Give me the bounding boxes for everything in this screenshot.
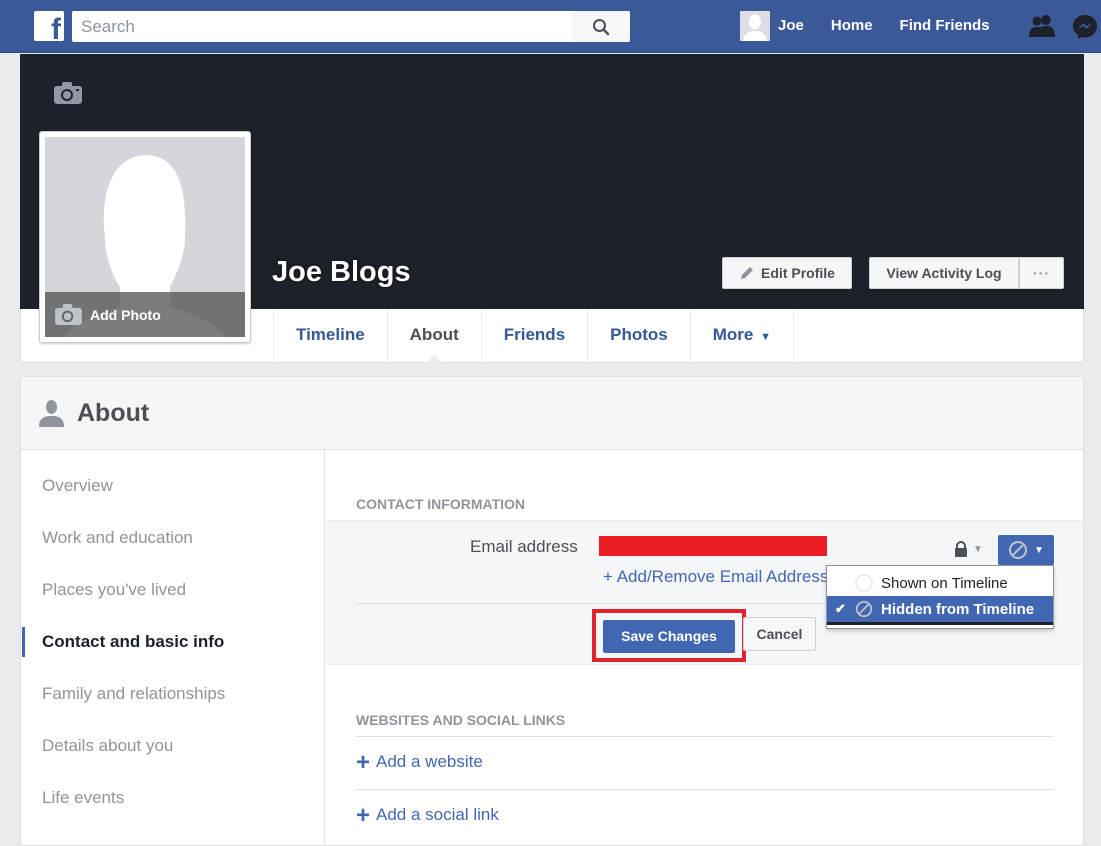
contact-info-heading: CONTACT INFORMATION [356, 496, 526, 512]
plus-icon: + [356, 801, 371, 829]
nav-find-friends[interactable]: Find Friends [887, 11, 1003, 41]
tab-more[interactable]: More ▼ [689, 309, 795, 362]
highlight-annotation: Save Changes [592, 609, 746, 662]
menu-item-label: Shown on Timeline [881, 574, 1008, 592]
email-value-redacted [599, 536, 827, 556]
facebook-logo-glyph: f [51, 13, 61, 41]
tab-photos[interactable]: Photos [587, 309, 690, 362]
profile-picture[interactable]: Add Photo [39, 131, 251, 343]
circle-icon [855, 574, 873, 592]
pencil-icon [741, 267, 754, 279]
about-content: CONTACT INFORMATION Email address + Add/… [326, 450, 1083, 845]
plus-icon: + [356, 748, 371, 776]
sidebar-item-work-education[interactable]: Work and education [42, 528, 193, 548]
hidden-icon [1009, 541, 1028, 559]
sidebar-item-contact-basic-info[interactable]: Contact and basic info [42, 632, 224, 652]
profile-name[interactable]: Joe Blogs [272, 256, 411, 289]
websites-heading: WEBSITES AND SOCIAL LINKS [356, 712, 566, 728]
search-icon [593, 18, 610, 35]
camera-icon [54, 82, 82, 104]
lock-icon [955, 541, 967, 557]
add-photo-label: Add Photo [90, 306, 161, 323]
tab-more-label: More [712, 325, 754, 344]
activity-log-label: View Activity Log [886, 265, 1002, 281]
more-options-button[interactable]: ··· [1019, 257, 1064, 289]
caret-down-icon: ▼ [973, 543, 983, 555]
top-navigation-bar: f Joe Home Find Friends [0, 0, 1101, 53]
email-label: Email address [470, 537, 578, 556]
menu-divider [827, 622, 1053, 625]
user-avatar[interactable] [740, 11, 770, 41]
add-remove-email-link[interactable]: + Add/Remove Email Address [603, 567, 828, 587]
about-title: About [77, 398, 150, 427]
view-activity-log-button[interactable]: View Activity Log [869, 257, 1019, 289]
about-header: About [21, 377, 1083, 450]
search-bar [72, 11, 630, 42]
cancel-button[interactable]: Cancel [743, 617, 816, 651]
hidden-icon [855, 600, 873, 618]
add-photo-button[interactable]: Add Photo [45, 292, 245, 337]
menu-item-shown-on-timeline[interactable]: Shown on Timeline [827, 570, 1053, 596]
tab-about[interactable]: About [386, 309, 481, 363]
nav-home[interactable]: Home [818, 11, 887, 41]
edit-profile-label: Edit Profile [761, 265, 835, 281]
divider [356, 736, 1053, 737]
nav-right: Joe Home Find Friends [740, 11, 1003, 41]
add-website-link[interactable]: + Add a website [356, 748, 483, 776]
messenger-icon[interactable] [1071, 13, 1099, 41]
about-sidebar: Overview Work and education Places you'v… [21, 450, 325, 845]
tab-timeline[interactable]: Timeline [273, 309, 387, 362]
divider [356, 789, 1053, 790]
camera-icon [55, 304, 82, 325]
save-changes-button[interactable]: Save Changes [603, 620, 735, 653]
sidebar-item-life-events[interactable]: Life events [42, 788, 124, 808]
active-indicator [22, 627, 25, 657]
add-social-label: Add a social link [376, 805, 499, 824]
default-avatar-icon [743, 14, 767, 41]
email-edit-form: Email address + Add/Remove Email Address… [326, 520, 1083, 665]
search-input[interactable] [72, 11, 572, 42]
update-cover-button[interactable] [54, 82, 82, 109]
sidebar-item-places-lived[interactable]: Places you've lived [42, 580, 186, 600]
menu-item-label: Hidden from Timeline [881, 600, 1035, 618]
menu-item-hidden-from-timeline[interactable]: ✔ Hidden from Timeline [827, 596, 1053, 622]
add-website-label: Add a website [376, 752, 483, 771]
audience-selector[interactable]: ▼ [954, 541, 983, 557]
timeline-visibility-menu: Shown on Timeline ✔ Hidden from Timeline [826, 565, 1054, 629]
add-social-link[interactable]: + Add a social link [356, 801, 499, 829]
caret-down-icon: ▼ [760, 331, 772, 343]
timeline-visibility-button[interactable]: ▼ [998, 535, 1054, 565]
edit-profile-button[interactable]: Edit Profile [722, 257, 852, 289]
sidebar-item-overview[interactable]: Overview [42, 476, 113, 496]
caret-down-icon: ▼ [1034, 544, 1044, 556]
nav-user-name[interactable]: Joe [770, 11, 818, 41]
sidebar-item-details-about-you[interactable]: Details about you [42, 736, 173, 756]
search-button[interactable] [572, 11, 630, 42]
sidebar-item-family-relationships[interactable]: Family and relationships [42, 684, 225, 704]
checkmark-icon: ✔ [835, 601, 846, 616]
facebook-logo[interactable]: f [34, 11, 64, 41]
about-section: About Overview Work and education Places… [20, 376, 1084, 846]
tab-friends[interactable]: Friends [480, 309, 587, 362]
person-icon [39, 400, 64, 427]
friend-requests-icon[interactable] [1027, 13, 1057, 39]
more-options-icon: ··· [1033, 265, 1050, 281]
